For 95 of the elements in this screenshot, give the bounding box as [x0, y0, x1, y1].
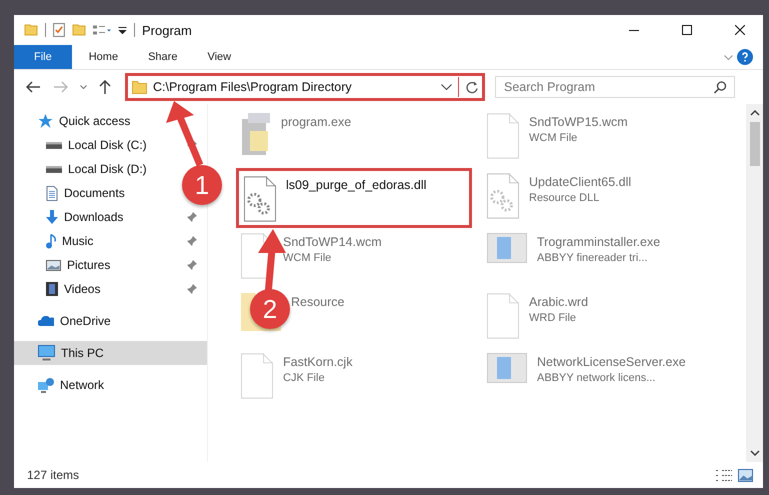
music-note-icon: [46, 234, 56, 248]
details-view-icon[interactable]: [716, 470, 732, 480]
document-icon: [46, 186, 58, 200]
sidebar-item[interactable]: Pictures: [14, 253, 207, 277]
folder-icon[interactable]: [24, 24, 38, 36]
address-path: C:\Program Files\Program Directory: [153, 80, 353, 94]
film-icon: [46, 282, 58, 296]
file-type: ABBYY finereader tri...: [537, 252, 648, 264]
file-name[interactable]: SndToWP15.wcm: [529, 115, 628, 129]
step-number-badge: 2: [250, 289, 290, 329]
arrow: [164, 101, 204, 167]
drive-icon: [46, 166, 62, 172]
gear-document-icon: [244, 176, 276, 222]
file-name[interactable]: ls09_purge_of_edoras.dll: [286, 178, 426, 192]
sidebar-label: Music: [62, 234, 94, 248]
ribbon-tab[interactable]: Home: [76, 45, 132, 69]
file-name[interactable]: program.exe: [281, 115, 352, 129]
sidebar-item[interactable]: Quick access: [14, 109, 136, 133]
address-bar[interactable]: C:\Program Files\Program Directory: [125, 73, 485, 101]
dropdown-caret-icon[interactable]: [441, 84, 452, 90]
file-type: WRD File: [529, 312, 578, 324]
file-type: WCM File: [529, 132, 578, 144]
sidebar-label: Documents: [64, 186, 125, 200]
gear-document-icon: [487, 173, 519, 219]
new-folder-icon[interactable]: [72, 24, 86, 36]
drive-icon: [46, 142, 62, 148]
sidebar-item[interactable]: This PC: [14, 341, 207, 365]
folder-icon: [132, 80, 147, 94]
file-name[interactable]: FastKorn.cjk: [283, 355, 352, 369]
refresh-icon[interactable]: [465, 80, 478, 94]
search-icon: [714, 81, 727, 94]
sidebar-label: This PC: [61, 346, 104, 360]
sidebar-item[interactable]: Network: [14, 373, 110, 397]
document-icon: [487, 293, 519, 339]
sidebar-item[interactable]: Documents: [14, 181, 131, 205]
item-count: 127 items: [27, 468, 80, 482]
file-name[interactable]: Arabic.wrd: [529, 295, 588, 309]
cloud-icon: [38, 316, 54, 326]
scroll-down-icon[interactable]: [750, 450, 760, 456]
sidebar-item[interactable]: Music: [14, 229, 207, 253]
step-number-badge: 1: [182, 165, 222, 205]
pin-icon[interactable]: [187, 236, 197, 246]
file-name[interactable]: UpdateClient65.dll: [529, 175, 632, 189]
scroll-up-icon[interactable]: [750, 110, 760, 116]
window-title: Program: [142, 22, 192, 38]
pin-icon[interactable]: [187, 260, 197, 270]
sidebar-label: OneDrive: [60, 314, 111, 328]
sidebar-item[interactable]: Local Disk (D:): [14, 157, 153, 181]
ribbon-tab[interactable]: Share: [135, 45, 190, 69]
file-name[interactable]: NetworkLicenseServer.exe: [537, 355, 686, 369]
document-icon: [241, 353, 273, 399]
properties-icon[interactable]: [53, 23, 65, 37]
file-type: Resource DLL: [529, 192, 600, 204]
sidebar-label: Quick access: [59, 114, 130, 128]
file-name[interactable]: SndToWP14.wcm: [283, 235, 382, 249]
sidebar-item[interactable]: Videos: [14, 277, 207, 301]
sidebar-label: Local Disk (D:): [68, 162, 147, 176]
sidebar-label: Downloads: [64, 210, 124, 224]
file-type: CJK File: [283, 372, 326, 384]
file-name[interactable]: Trogramminstaller.exe: [537, 235, 660, 249]
up-icon[interactable]: [99, 80, 111, 94]
maximize-icon: [682, 25, 692, 35]
sidebar-item[interactable]: OneDrive: [14, 309, 117, 333]
down-arrow-icon: [46, 210, 58, 224]
scroll-thumb[interactable]: [750, 122, 760, 166]
sidebar-label: Network: [60, 378, 104, 392]
sidebar-label: Local Disk (C:): [68, 138, 147, 152]
expand-ribbon-icon[interactable]: [724, 54, 733, 60]
file-name[interactable]: Resource: [291, 295, 344, 309]
close-icon: [735, 25, 745, 35]
scrollbar[interactable]: [746, 104, 763, 462]
pin-icon[interactable]: [187, 284, 197, 294]
file-type: ABBYY network licens...: [537, 372, 656, 384]
help-icon[interactable]: [737, 49, 753, 65]
sidebar-item[interactable]: Downloads: [14, 205, 207, 229]
recent-locations-icon[interactable]: [80, 85, 87, 89]
document-icon: [487, 113, 519, 159]
file-type: WCM File: [283, 252, 332, 264]
application-icon: [487, 233, 527, 263]
ribbon-tab[interactable]: File: [14, 45, 72, 69]
back-icon[interactable]: [26, 81, 41, 93]
thumbnail-view-icon[interactable]: [738, 468, 753, 482]
view-options-icon[interactable]: [93, 25, 111, 35]
network-icon: [38, 378, 54, 392]
ribbon-tab[interactable]: View: [194, 45, 244, 69]
pin-icon[interactable]: [187, 212, 197, 222]
search-field[interactable]: Search Program: [495, 76, 735, 98]
star-icon: [38, 114, 53, 128]
sidebar-label: Pictures: [67, 258, 110, 272]
computer-icon: [38, 345, 55, 361]
picture-icon: [46, 260, 61, 270]
customize-caret-icon[interactable]: [118, 26, 127, 34]
installer-icon: [241, 113, 271, 155]
application-icon: [487, 353, 527, 383]
sidebar-label: Videos: [64, 282, 100, 296]
